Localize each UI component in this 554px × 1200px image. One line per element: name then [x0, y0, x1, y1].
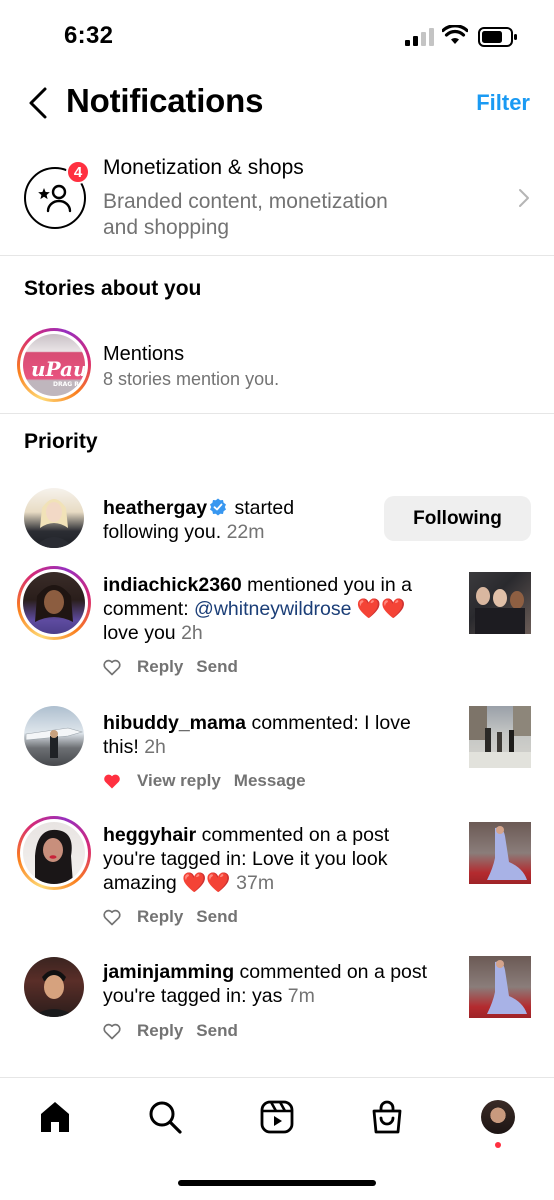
svg-text:DRAG R: DRAG R	[53, 381, 79, 388]
monetization-subtitle: Branded content, monetization and shoppi…	[103, 190, 388, 239]
shop-icon[interactable]	[370, 1100, 404, 1134]
username[interactable]: hibuddy_mama	[103, 712, 246, 734]
comment-actions: Reply Send	[103, 1021, 251, 1041]
post-thumbnail[interactable]	[469, 956, 531, 1018]
post-thumbnail[interactable]	[469, 822, 531, 884]
notification-text: heathergay started following you. 22m	[103, 496, 373, 544]
comment-actions: View reply Message	[103, 771, 319, 791]
avatar	[23, 822, 85, 884]
avatar[interactable]	[24, 488, 84, 548]
message-button[interactable]: Message	[234, 771, 306, 791]
chevron-right-icon	[519, 189, 529, 207]
avatar-story-ring[interactable]	[17, 566, 91, 640]
battery-icon	[478, 27, 517, 47]
username[interactable]: heathergay	[103, 497, 207, 519]
emoji: ❤️❤️	[182, 872, 231, 894]
avatar[interactable]	[24, 706, 84, 766]
view-reply-button[interactable]: View reply	[137, 771, 221, 791]
send-button[interactable]: Send	[196, 657, 238, 677]
heart-filled-icon[interactable]	[103, 773, 121, 790]
tab-bar	[0, 1077, 554, 1157]
mentions-thumbnail: uPau DRAG R	[23, 334, 85, 396]
avatar-story-ring[interactable]	[17, 816, 91, 890]
timestamp: 37m	[236, 872, 275, 894]
notification-text: indiachick2360 mentioned you in a commen…	[103, 573, 443, 645]
timestamp: 22m	[226, 521, 265, 543]
header: Notifications Filter	[0, 78, 554, 130]
mentions-story-ring: uPau DRAG R	[17, 328, 91, 402]
wifi-icon	[442, 25, 468, 44]
cellular-signal-icon	[405, 28, 434, 46]
timestamp: 7m	[287, 985, 315, 1007]
send-button[interactable]: Send	[196, 907, 238, 927]
username[interactable]: heggyhair	[103, 824, 196, 846]
comment-actions: Reply Send	[103, 907, 251, 927]
send-button[interactable]: Send	[196, 1021, 238, 1041]
svg-text:uPau: uPau	[31, 357, 85, 381]
mentions-row[interactable]: uPau DRAG R Mentions 8 stories mention y…	[0, 326, 554, 414]
username[interactable]: indiachick2360	[103, 574, 242, 596]
mentions-subtitle: 8 stories mention you.	[103, 369, 280, 389]
post-thumbnail[interactable]	[469, 706, 531, 768]
timestamp: 2h	[181, 622, 203, 644]
stories-section-heading: Stories about you	[24, 277, 202, 300]
monetization-title: Monetization & shops	[103, 156, 304, 179]
following-button[interactable]: Following	[384, 496, 531, 541]
avatar[interactable]	[24, 957, 84, 1017]
status-bar: 6:32	[0, 0, 554, 70]
emoji: ❤️❤️	[351, 598, 406, 620]
notification-text: heggyhair commented on a post you're tag…	[103, 823, 443, 895]
profile-avatar[interactable]	[481, 1100, 515, 1134]
home-indicator	[178, 1180, 376, 1186]
search-icon[interactable]	[148, 1100, 182, 1134]
timestamp: 2h	[144, 736, 166, 758]
notification-text: jaminjamming commented on a post you're …	[103, 960, 453, 1008]
profile-notification-dot	[495, 1142, 501, 1148]
reply-button[interactable]: Reply	[137, 657, 183, 677]
page-title: Notifications	[66, 82, 264, 119]
reply-button[interactable]: Reply	[137, 907, 183, 927]
username[interactable]: jaminjamming	[103, 961, 234, 983]
notification-message: love you	[103, 622, 176, 644]
heart-outline-icon[interactable]	[103, 659, 121, 676]
reels-icon[interactable]	[260, 1100, 294, 1134]
verified-badge-icon	[210, 498, 227, 516]
back-arrow-icon[interactable]	[26, 86, 50, 120]
priority-section-heading: Priority	[24, 430, 98, 453]
post-thumbnail[interactable]	[469, 572, 531, 634]
avatar	[23, 572, 85, 634]
heart-outline-icon[interactable]	[103, 909, 121, 926]
filter-button[interactable]: Filter	[476, 90, 530, 116]
notification-text: hibuddy_mama commented: I love this! 2h	[103, 711, 443, 759]
mention-link[interactable]: @whitneywildrose	[194, 598, 351, 620]
heart-outline-icon[interactable]	[103, 1023, 121, 1040]
monetization-row[interactable]: 4 Monetization & shops Branded content, …	[0, 148, 554, 256]
comment-actions: Reply Send	[103, 657, 251, 677]
reply-button[interactable]: Reply	[137, 1021, 183, 1041]
status-time: 6:32	[64, 22, 114, 49]
home-icon[interactable]	[38, 1100, 72, 1134]
mentions-title: Mentions	[103, 343, 185, 365]
notification-count-badge: 4	[66, 160, 90, 184]
